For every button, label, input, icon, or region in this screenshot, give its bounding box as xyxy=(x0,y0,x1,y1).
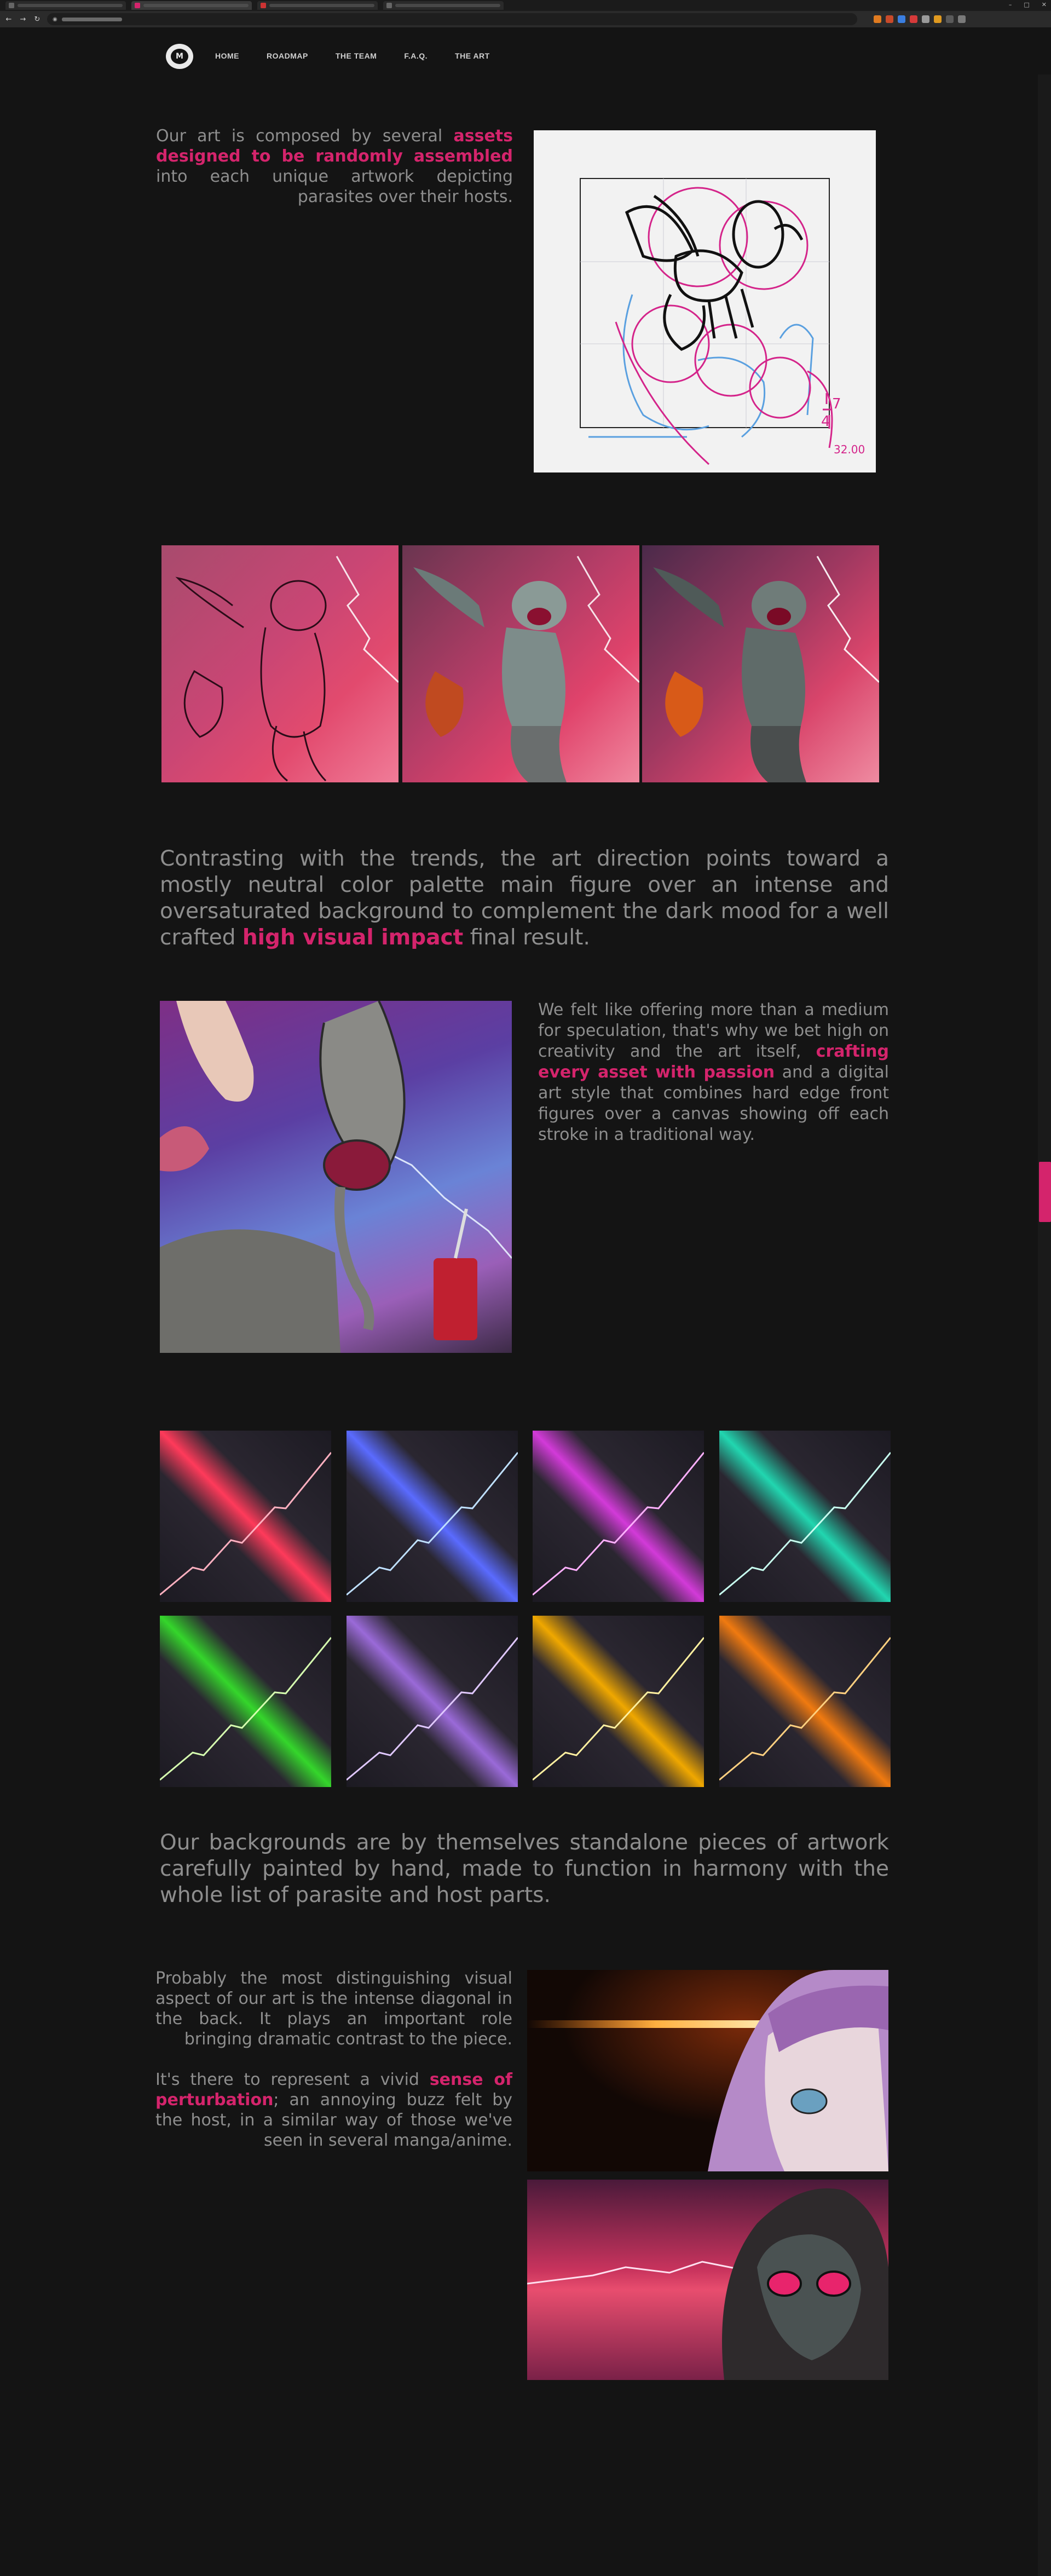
tab-title-redacted xyxy=(269,4,374,7)
masked-figure-image xyxy=(527,2180,888,2380)
intro-paragraph: Our art is composed by several assets de… xyxy=(156,126,513,206)
tab-favicon-icon xyxy=(135,3,140,8)
nav-roadmap[interactable]: ROADMAP xyxy=(267,51,308,60)
tab-title-redacted xyxy=(143,4,249,7)
process-panel-final xyxy=(642,545,879,782)
browser-toolbar: ← → ↻ ◉ xyxy=(0,11,1051,27)
browser-tab[interactable] xyxy=(5,1,126,10)
sketch-note: 32.00 xyxy=(834,443,865,456)
extension-icon[interactable] xyxy=(946,15,954,23)
window-controls: – □ ✕ xyxy=(1009,1,1047,8)
art-direction-paragraph: Contrasting with the trends, the art dir… xyxy=(160,846,889,950)
parasite-artwork xyxy=(160,1001,512,1353)
minimize-icon[interactable]: – xyxy=(1009,1,1012,8)
background-tile-gold xyxy=(533,1616,704,1787)
diagonal-description: Probably the most distinguishing visual … xyxy=(155,1968,512,2151)
page-scrollbar-track[interactable] xyxy=(1038,74,1051,2576)
extension-icon[interactable] xyxy=(874,15,881,23)
address-bar[interactable]: ◉ xyxy=(47,13,857,25)
tab-favicon-icon xyxy=(386,3,392,8)
profile-avatar[interactable] xyxy=(958,15,966,23)
extensions-row xyxy=(874,15,966,23)
process-panel-lineart xyxy=(161,545,399,782)
background-tile-violet xyxy=(347,1616,518,1787)
main-nav: HOME ROADMAP THE TEAM F.A.Q. THE ART xyxy=(215,51,490,60)
tab-title-redacted xyxy=(395,4,500,7)
logo-glyph: M xyxy=(171,49,188,64)
tab-title-redacted xyxy=(18,4,123,7)
extension-icon[interactable] xyxy=(934,15,942,23)
back-icon[interactable]: ← xyxy=(4,15,13,24)
diagonal-paragraph-2: It's there to represent a vivid sense of… xyxy=(155,2070,512,2150)
extension-icon[interactable] xyxy=(910,15,917,23)
site-header: M HOME ROADMAP THE TEAM F.A.Q. THE ART xyxy=(0,38,1051,74)
extension-icon[interactable] xyxy=(922,15,929,23)
site-logo[interactable]: M xyxy=(166,44,193,69)
site-info-icon[interactable]: ◉ xyxy=(53,16,57,22)
nav-faq[interactable]: F.A.Q. xyxy=(404,51,428,60)
background-tile-red xyxy=(160,1431,331,1602)
nav-the-art[interactable]: THE ART xyxy=(455,51,490,60)
extension-icon[interactable] xyxy=(886,15,893,23)
background-tile-orange xyxy=(719,1616,891,1787)
sketch-note: 4 xyxy=(821,413,830,430)
art-direction-highlight: high visual impact xyxy=(242,925,464,950)
background-tile-teal xyxy=(719,1431,891,1602)
browser-tab-active[interactable] xyxy=(131,1,252,10)
url-redacted xyxy=(61,17,122,21)
diagonal-paragraph-1: Probably the most distinguishing visual … xyxy=(155,1969,512,2049)
background-tile-magenta xyxy=(533,1431,704,1602)
creativity-paragraph: We felt like offering more than a medium… xyxy=(538,1000,889,1144)
browser-tab-strip: – □ ✕ xyxy=(0,0,1051,11)
background-tile-green xyxy=(160,1616,331,1787)
reload-icon[interactable]: ↻ xyxy=(33,15,42,24)
backgrounds-paragraph: Our backgrounds are by themselves standa… xyxy=(160,1830,889,1907)
page-scrollbar-thumb[interactable] xyxy=(1039,1162,1051,1222)
nav-home[interactable]: HOME xyxy=(215,51,239,60)
maximize-icon[interactable]: □ xyxy=(1024,1,1029,8)
close-icon[interactable]: ✕ xyxy=(1042,1,1047,8)
forward-icon[interactable]: → xyxy=(19,15,27,24)
browser-tab[interactable] xyxy=(383,1,504,10)
sketch-note: 7 xyxy=(832,396,841,412)
manga-reference-image xyxy=(527,1970,888,2171)
tab-favicon-icon xyxy=(261,3,266,8)
extension-icon[interactable] xyxy=(898,15,905,23)
nav-the-team[interactable]: THE TEAM xyxy=(336,51,377,60)
background-tile-blue xyxy=(347,1431,518,1602)
tab-favicon-icon xyxy=(9,3,14,8)
browser-tab[interactable] xyxy=(257,1,378,10)
sketch-image: 7 4 32.00 xyxy=(534,130,876,472)
process-panel-flat-color xyxy=(402,545,639,782)
